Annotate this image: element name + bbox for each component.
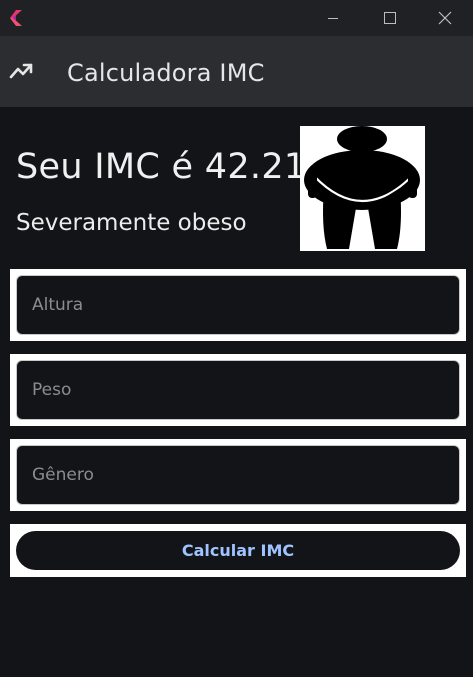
calculate-bmi-button[interactable]: Calcular IMC xyxy=(16,531,460,570)
obese-person-figure xyxy=(300,126,425,251)
close-icon xyxy=(438,11,452,25)
app-title: Calculadora IMC xyxy=(67,59,265,87)
maximize-icon xyxy=(384,12,396,24)
maximize-button[interactable] xyxy=(362,0,418,36)
close-button[interactable] xyxy=(417,0,473,36)
bmi-result-title: Seu IMC é 42.21 xyxy=(16,147,307,187)
minimize-button[interactable] xyxy=(305,0,361,36)
trending-up-icon xyxy=(9,63,33,79)
flutter-logo-icon xyxy=(10,10,22,26)
height-input[interactable] xyxy=(16,275,460,335)
obese-person-icon xyxy=(304,126,420,249)
weight-field-card xyxy=(10,354,466,426)
height-field-card xyxy=(10,269,466,341)
weight-input[interactable] xyxy=(16,360,460,420)
gender-field-card xyxy=(10,439,466,511)
minimize-icon xyxy=(328,18,338,19)
window-titlebar[interactable] xyxy=(0,0,473,36)
gender-input[interactable] xyxy=(16,445,460,505)
bmi-classification: Severamente obeso xyxy=(16,210,247,236)
app-bar: Calculadora IMC xyxy=(0,36,473,107)
calculate-button-card: Calcular IMC xyxy=(10,524,466,577)
